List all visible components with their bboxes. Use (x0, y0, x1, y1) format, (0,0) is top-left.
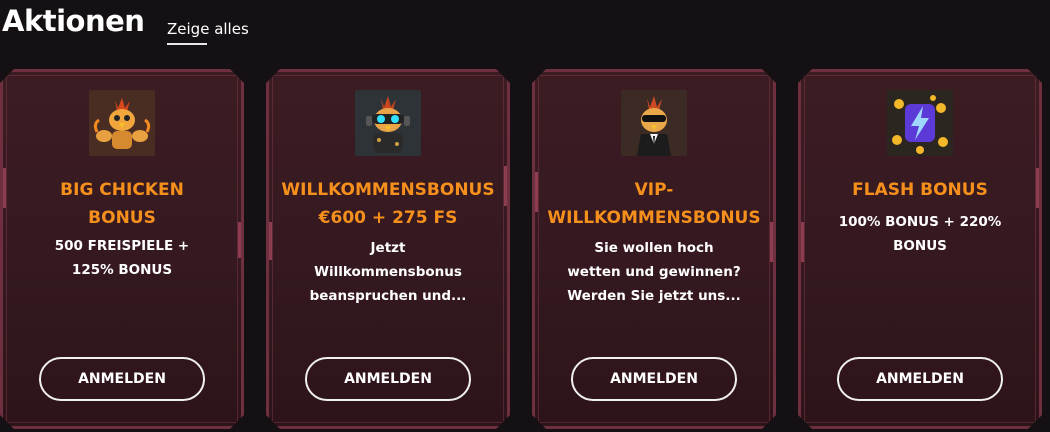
section-title: Aktionen (2, 4, 145, 38)
goggles-chicken-icon (355, 90, 421, 156)
card-description: 100% BONUS + 220% BONUS (838, 214, 1002, 254)
card-side-mark (238, 222, 241, 258)
card-title: BIG CHICKEN BONUS (60, 180, 184, 228)
register-button[interactable]: ANMELDEN (39, 357, 205, 401)
promo-card-big-chicken: BIG CHICKEN BONUS 500 FREISPIELE + 125% … (0, 69, 244, 429)
active-link-underline (167, 43, 207, 45)
card-side-mark (801, 222, 804, 262)
card-title: FLASH BONUS (852, 180, 988, 200)
register-button[interactable]: ANMELDEN (571, 357, 737, 401)
card-title: VIP- WILLKOMMENSBONUS (547, 180, 761, 228)
card-side-mark (504, 166, 507, 206)
lightning-coins-icon (887, 90, 953, 156)
card-side-mark (3, 168, 6, 208)
vip-suit-chicken-icon (621, 90, 687, 156)
card-side-mark (1036, 168, 1039, 208)
register-button[interactable]: ANMELDEN (837, 357, 1003, 401)
card-description: Jetzt Willkommensbonus beanspruchen und.… (309, 240, 467, 304)
muscle-chicken-icon (89, 90, 155, 156)
card-side-mark (269, 222, 272, 260)
card-side-mark (770, 222, 773, 262)
card-description: 500 FREISPIELE + 125% BONUS (54, 238, 190, 278)
card-title: WILLKOMMENSBONUS €600 + 275 FS (281, 180, 495, 228)
promotions-header: Aktionen Zeige alles (0, 0, 1050, 60)
card-description: Sie wollen hoch wetten und gewinnen? Wer… (567, 240, 741, 304)
promo-card-vip-welcome: VIP- WILLKOMMENSBONUS Sie wollen hoch we… (532, 69, 776, 429)
promo-card-welcome-bonus: WILLKOMMENSBONUS €600 + 275 FS Jetzt Wil… (266, 69, 510, 429)
show-all-link[interactable]: Zeige alles (167, 20, 249, 38)
register-button[interactable]: ANMELDEN (305, 357, 471, 401)
card-side-mark (535, 172, 538, 212)
promo-card-flash-bonus: FLASH BONUS 100% BONUS + 220% BONUS ANME… (798, 69, 1042, 429)
